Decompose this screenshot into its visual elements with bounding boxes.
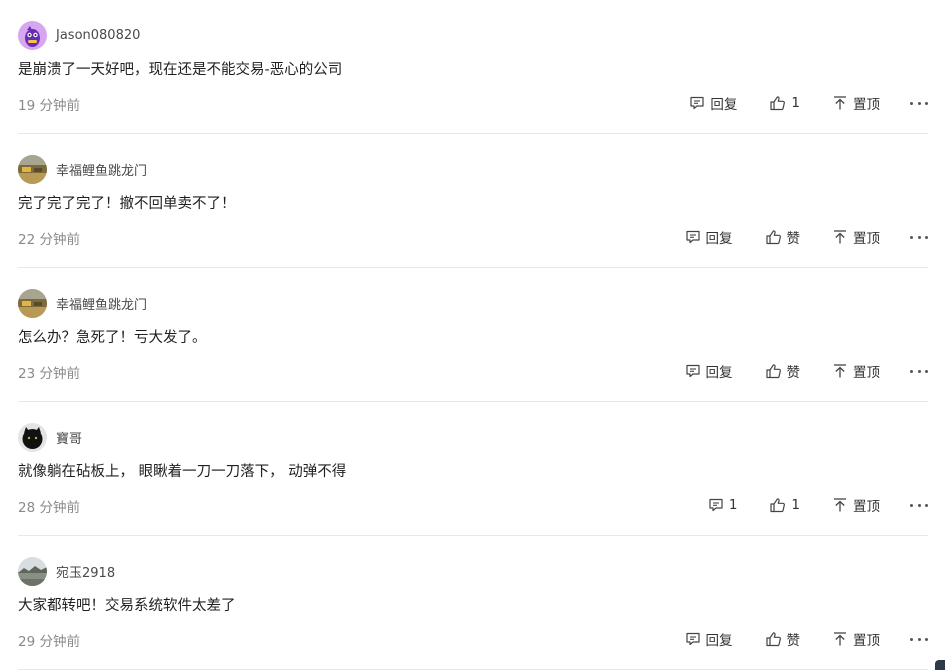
reply-label: 回复 [705, 633, 733, 649]
avatar[interactable] [18, 556, 47, 586]
comment-time: 23 分钟前 [18, 366, 80, 382]
comment-text: 完了完了完了！撤不回单卖不了！ [18, 196, 236, 212]
reply-button[interactable]: 回复 [685, 361, 733, 381]
comment-time: 19 分钟前 [18, 98, 80, 114]
comment-header: 幸福鲤鱼跳龙门 [18, 154, 147, 184]
reply-button[interactable]: 回复 [689, 93, 737, 113]
pin-button[interactable]: 置顶 [832, 93, 880, 113]
like-button[interactable]: 1 [769, 95, 800, 111]
like-label: 1 [791, 95, 800, 111]
comment-time: 22 分钟前 [18, 232, 80, 248]
pin-button[interactable]: 置顶 [832, 629, 880, 649]
comment-actions: 回复 赞 置顶 [685, 622, 928, 656]
comment-header: 幸福鲤鱼跳龙门 [18, 288, 147, 318]
comment-text: 就像躺在砧板上， 眼瞅着一刀一刀落下， 动弹不得 [18, 464, 347, 480]
pin-to-top-icon [832, 229, 853, 245]
reply-count: 1 [728, 497, 738, 513]
pin-button[interactable]: 置顶 [832, 361, 880, 381]
like-button[interactable]: 赞 [765, 227, 801, 247]
comment-header: 寶哥 [18, 422, 82, 452]
reply-button[interactable]: 回复 [685, 227, 733, 247]
pin-button[interactable]: 置顶 [832, 495, 880, 515]
pin-label: 置顶 [853, 365, 880, 381]
username[interactable]: Jason080820 [56, 28, 140, 43]
thumbs-up-icon [769, 95, 791, 111]
reply-button[interactable]: 回复 [685, 629, 733, 649]
more-dots-icon[interactable] [910, 232, 928, 242]
comment-time: 29 分钟前 [18, 634, 80, 650]
like-label: 赞 [786, 365, 801, 381]
like-button[interactable]: 赞 [765, 361, 801, 381]
avatar[interactable] [18, 154, 47, 184]
comment-actions: 回复 1 置顶 [689, 86, 928, 120]
comment-item: Jason080820 是崩溃了一天好吧，现在还是不能交易-恶心的公司 19 分… [18, 0, 928, 134]
comment-actions: 回复 赞 置顶 [685, 354, 928, 388]
pin-label: 置顶 [853, 633, 880, 649]
comment-actions: 1 1 置顶 [708, 488, 928, 522]
pin-to-top-icon [832, 497, 853, 513]
reply-label: 回复 [705, 231, 733, 247]
reply-label: 回复 [705, 365, 733, 381]
comment-bubble-icon [708, 497, 729, 513]
avatar[interactable] [18, 288, 47, 318]
reply-label: 回复 [710, 97, 738, 113]
comment-text: 大家都转吧！交易系统软件太差了 [18, 598, 236, 614]
comment-bubble-icon [685, 229, 706, 245]
comment-time: 28 分钟前 [18, 500, 80, 516]
comment-header: Jason080820 [18, 20, 140, 50]
pin-to-top-icon [832, 363, 853, 379]
thumbs-up-icon [769, 497, 791, 513]
comment-item: 寶哥 就像躺在砧板上， 眼瞅着一刀一刀落下， 动弹不得 28 分钟前 1 1 置… [18, 402, 928, 536]
like-label: 1 [791, 497, 800, 513]
pin-button[interactable]: 置顶 [832, 227, 880, 247]
like-label: 赞 [786, 633, 801, 649]
avatar[interactable] [18, 20, 47, 50]
like-label: 赞 [786, 231, 801, 247]
pin-to-top-icon [832, 631, 853, 647]
thumbs-up-icon [765, 363, 787, 379]
comment-header: 宛玉2918 [18, 556, 115, 586]
more-dots-icon[interactable] [910, 98, 928, 108]
more-dots-icon[interactable] [910, 366, 928, 376]
username[interactable]: 宛玉2918 [56, 562, 115, 581]
avatar[interactable] [18, 422, 47, 452]
comment-bubble-icon [685, 363, 706, 379]
like-button[interactable]: 1 [769, 497, 800, 513]
comment-item: 宛玉2918 大家都转吧！交易系统软件太差了 29 分钟前 回复 赞 置顶 [18, 536, 928, 670]
comment-text: 是崩溃了一天好吧，现在还是不能交易-恶心的公司 [18, 62, 343, 78]
pin-label: 置顶 [853, 97, 880, 113]
comment-item: 幸福鲤鱼跳龙门 完了完了完了！撤不回单卖不了！ 22 分钟前 回复 赞 置顶 [18, 134, 928, 268]
corner-widget[interactable] [935, 660, 945, 670]
thumbs-up-icon [765, 229, 787, 245]
comment-bubble-icon [685, 631, 706, 647]
more-dots-icon[interactable] [910, 500, 928, 510]
comment-bubble-icon [689, 95, 710, 111]
username[interactable]: 幸福鲤鱼跳龙门 [56, 294, 147, 313]
username[interactable]: 寶哥 [56, 428, 82, 447]
username[interactable]: 幸福鲤鱼跳龙门 [56, 160, 147, 179]
comment-item: 幸福鲤鱼跳龙门 怎么办？急死了！亏大发了。 23 分钟前 回复 赞 置顶 [18, 268, 928, 402]
pin-label: 置顶 [853, 499, 880, 515]
more-dots-icon[interactable] [910, 634, 928, 644]
thumbs-up-icon [765, 631, 787, 647]
comment-actions: 回复 赞 置顶 [685, 220, 928, 254]
reply-button[interactable]: 1 [708, 497, 738, 513]
like-button[interactable]: 赞 [765, 629, 801, 649]
pin-to-top-icon [832, 95, 853, 111]
comment-text: 怎么办？急死了！亏大发了。 [18, 330, 207, 346]
pin-label: 置顶 [853, 231, 880, 247]
